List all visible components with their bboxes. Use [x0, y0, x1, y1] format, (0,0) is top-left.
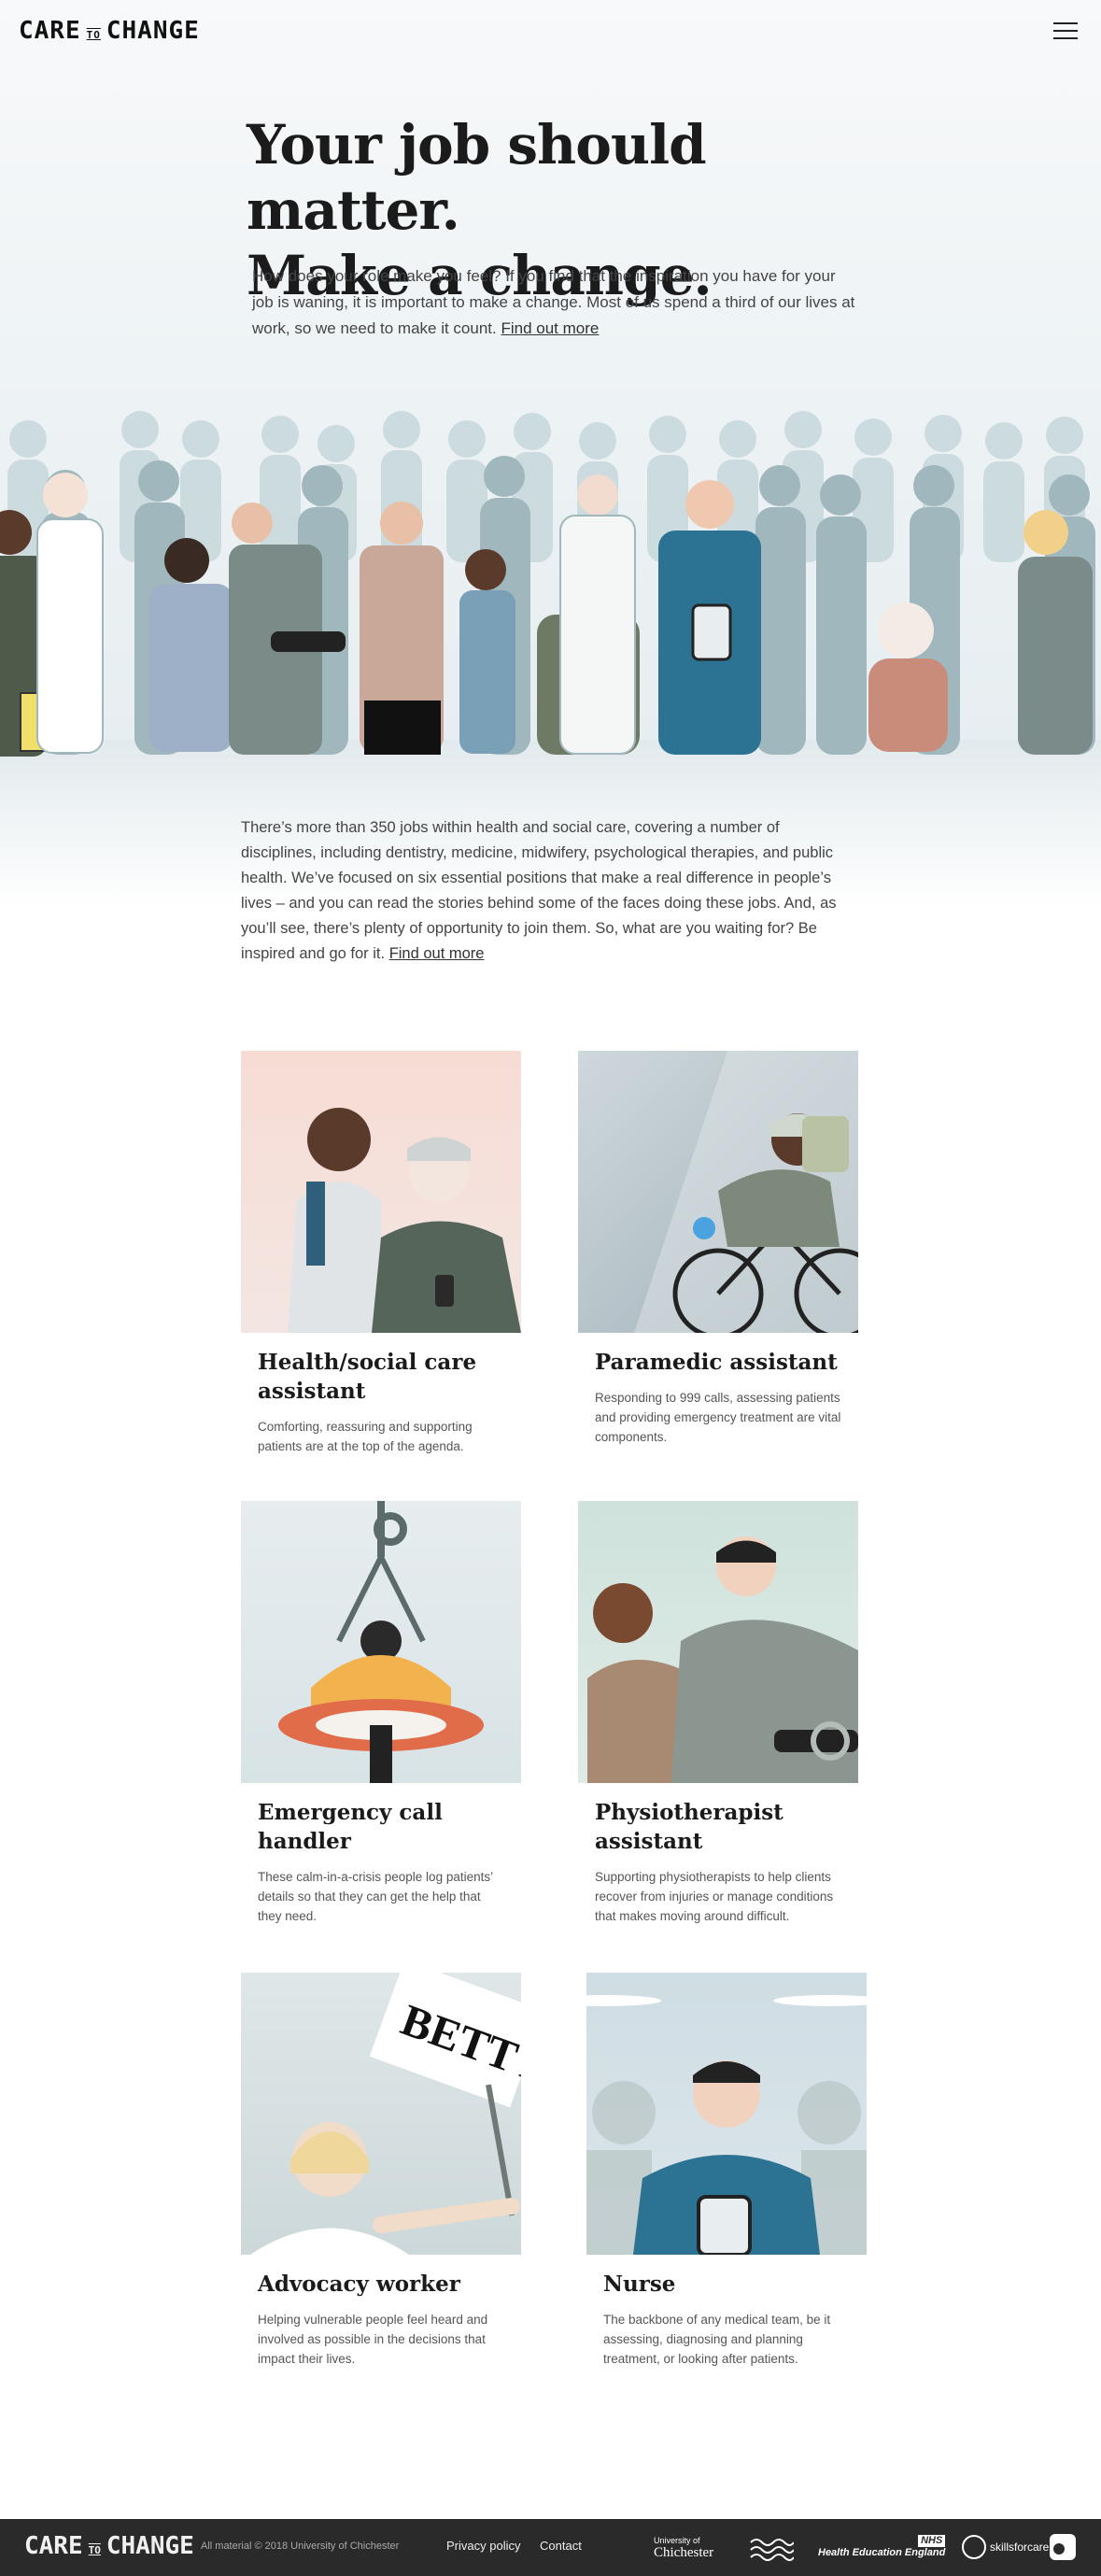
card-title: Advocacy worker — [258, 2272, 460, 2297]
footer-logo-care: CARE — [24, 2532, 83, 2560]
job-card-nurse[interactable]: Nurse The backbone of any medical team, … — [586, 1973, 867, 2369]
health-care-assistant-illustration — [241, 1051, 521, 1333]
card-title: Emergency call handler — [258, 1800, 443, 1854]
footer-logo[interactable]: CARE TO CHANGE — [24, 2532, 194, 2560]
sfc-name: skillsforcare — [990, 2541, 1050, 2554]
job-card-paramedic-assistant[interactable]: Paramedic assistant Responding to 999 ca… — [578, 1051, 858, 1447]
emergency-call-handler-illustration — [241, 1501, 521, 1783]
hamburger-menu-icon[interactable] — [1053, 22, 1078, 41]
card-description: Supporting physiotherapists to help clie… — [595, 1870, 834, 1923]
logo-text-change: CHANGE — [106, 17, 200, 45]
footer-logo-to: TO — [88, 2544, 101, 2556]
job-card-health-social-care-assistant[interactable]: Health/social care assistant Comforting,… — [241, 1051, 521, 1456]
university-of-chichester-logo[interactable]: University of Chichester — [654, 2532, 713, 2562]
card-title: Physiotherapist assistant — [595, 1800, 783, 1854]
job-card-advocacy-worker[interactable]: BETTY Advocacy worker Helping vulnerable… — [241, 1973, 521, 2369]
intro-find-out-more-link[interactable]: Find out more — [389, 945, 485, 962]
nhs-badge: NHS — [918, 2535, 946, 2547]
logo-text-care: CARE — [19, 17, 81, 45]
job-card-emergency-call-handler[interactable]: Emergency call handler These calm-in-a-c… — [241, 1501, 521, 1926]
nurse-illustration — [586, 1973, 867, 2255]
paramedic-assistant-illustration — [578, 1051, 858, 1333]
privacy-policy-link[interactable]: Privacy policy — [446, 2539, 520, 2553]
intro-text: There’s more than 350 jobs within health… — [241, 819, 837, 962]
card-title: Paramedic assistant — [595, 1350, 838, 1375]
hero-find-out-more-link[interactable]: Find out more — [501, 319, 599, 337]
crowd-illustration — [0, 411, 1095, 757]
card-description: Responding to 999 calls, assessing patie… — [595, 1391, 841, 1444]
skills-for-care-logo[interactable]: skillsforcare — [962, 2532, 1049, 2562]
card-title: Health/social care assistant — [258, 1350, 477, 1404]
card-description: Comforting, reassuring and supporting pa… — [258, 1420, 473, 1453]
advocacy-worker-illustration: BETTY — [241, 1973, 521, 2255]
logo-text-to: TO — [86, 29, 101, 41]
hero-paragraph: How does your role make you feel? If you… — [252, 263, 859, 342]
card-description: These calm-in-a-crisis people log patien… — [258, 1870, 493, 1923]
intro-paragraph: There’s more than 350 jobs within health… — [241, 815, 857, 967]
card-description: The backbone of any medical team, be it … — [603, 2313, 831, 2366]
job-card-physiotherapist-assistant[interactable]: Physiotherapist assistant Supporting phy… — [578, 1501, 858, 1926]
site-header: CARE TO CHANGE — [0, 0, 1101, 65]
site-logo[interactable]: CARE TO CHANGE — [19, 17, 200, 45]
hee-name: Health Education England — [818, 2547, 946, 2558]
uni-name: Chichester — [654, 2545, 714, 2560]
title-line-1: Your job should matter. — [247, 113, 707, 242]
copyright-text: All material © 2018 University of Chiche… — [201, 2541, 400, 2552]
card-title: Nurse — [603, 2272, 676, 2297]
contact-link[interactable]: Contact — [540, 2539, 582, 2553]
ors-logo-icon[interactable] — [1048, 2532, 1078, 2562]
physiotherapist-assistant-illustration — [578, 1501, 858, 1783]
health-education-england-logo[interactable]: NHS Health Education England — [818, 2532, 946, 2562]
card-description: Helping vulnerable people feel heard and… — [258, 2313, 488, 2366]
footer-logo-change: CHANGE — [106, 2532, 194, 2560]
site-footer: CARE TO CHANGE All material © 2018 Unive… — [0, 2519, 1101, 2576]
wave-crest-logo-icon[interactable] — [749, 2532, 794, 2562]
